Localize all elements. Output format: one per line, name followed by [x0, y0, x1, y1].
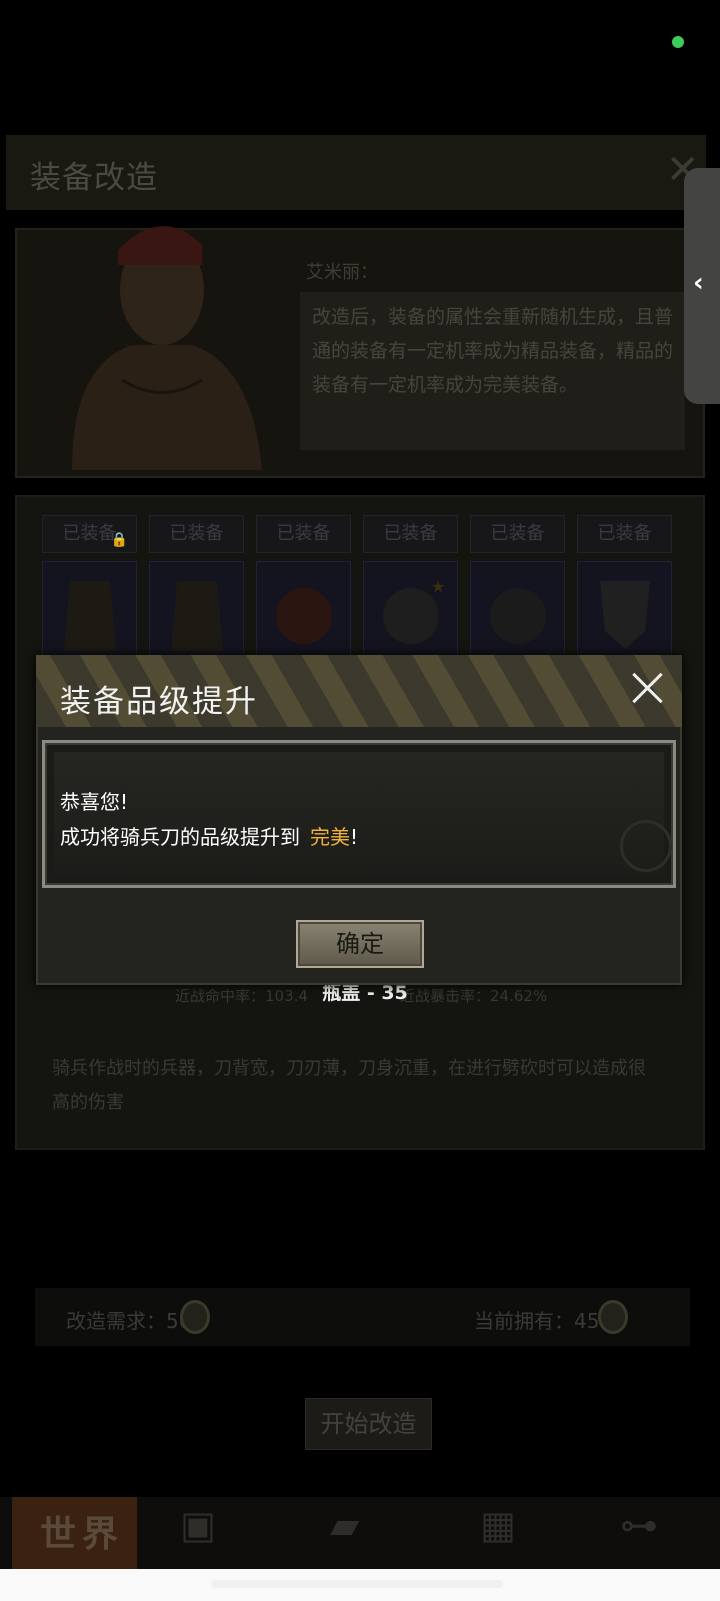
- coin-icon: [180, 1300, 210, 1334]
- close-icon[interactable]: [628, 668, 668, 708]
- side-drawer-handle[interactable]: ‹: [684, 168, 720, 404]
- npc-name: 艾米丽：: [306, 262, 378, 283]
- dialog-title: 装备品级提升: [60, 684, 258, 720]
- equipment-slot[interactable]: 已装备 ★: [363, 515, 458, 660]
- npc-portrait: [72, 226, 262, 470]
- home-indicator[interactable]: [211, 1580, 503, 1588]
- helmet-icon[interactable]: [256, 561, 351, 660]
- upgrade-result-text: 成功将骑兵刀的品级提升到 完美!: [60, 825, 359, 849]
- shield-icon[interactable]: [577, 561, 672, 660]
- message-panel: [54, 752, 664, 876]
- cart-icon[interactable]: ⊶: [620, 1503, 658, 1547]
- coin-icon: [598, 1300, 628, 1334]
- lock-icon: 🔒: [110, 532, 128, 548]
- cost-owned: 当前拥有：456: [474, 1309, 613, 1333]
- equipped-tag: 已装备: [470, 515, 565, 553]
- equipment-slot[interactable]: 已装备: [149, 515, 244, 660]
- melee-hit-rate: 近战命中率：103.4: [175, 987, 308, 1005]
- equipment-slot[interactable]: 已装备 🔒: [42, 515, 137, 660]
- item-description: 骑兵作战时的兵器，刀背宽，刀刃薄，刀身沉重，在进行劈砍时可以造成很高的伤害: [52, 1058, 646, 1113]
- equipped-tag: 已装备: [256, 515, 351, 553]
- anvil-icon[interactable]: ▰: [330, 1503, 359, 1547]
- jacket-icon[interactable]: [42, 561, 137, 660]
- tab-world[interactable]: 世界: [12, 1497, 137, 1569]
- panel-title: 装备改造: [30, 160, 158, 196]
- npc-speech-text: 改造后，装备的属性会重新随机生成，且普通的装备有一定机率成为精品装备，精品的装备…: [312, 306, 674, 396]
- status-indicator: [672, 36, 684, 48]
- svg-text:★: ★: [431, 577, 445, 596]
- helmet-icon[interactable]: [470, 561, 565, 660]
- congrats-text: 恭喜您!: [60, 790, 129, 814]
- equipped-tag: 已装备 🔒: [42, 515, 137, 553]
- equipment-row: 已装备 🔒 已装备 已装备 已装备 ★ 已装备 已装备: [42, 515, 672, 660]
- cost-required: 改造需求：50: [66, 1309, 192, 1333]
- keyboard-icon[interactable]: ▦: [480, 1503, 516, 1547]
- start-modify-button[interactable]: 开始改造: [305, 1398, 432, 1450]
- chevron-left-icon: ‹: [693, 268, 704, 298]
- jacket-icon[interactable]: [149, 561, 244, 660]
- equipment-slot[interactable]: 已装备: [577, 515, 672, 660]
- equipment-slot[interactable]: 已装备: [470, 515, 565, 660]
- confirm-button[interactable]: 确定: [296, 920, 424, 968]
- equipped-tag: 已装备: [577, 515, 672, 553]
- equipment-slot[interactable]: 已装备: [256, 515, 351, 660]
- npc-speech-box: 改造后，装备的属性会重新随机生成，且普通的装备有一定机率成为精品装备，精品的装备…: [300, 292, 685, 450]
- helmet-icon[interactable]: ★: [363, 561, 458, 660]
- radiation-icon: [620, 820, 672, 872]
- equipped-tag: 已装备: [149, 515, 244, 553]
- backpack-icon[interactable]: ▣: [180, 1503, 216, 1547]
- quality-highlight: 完美: [310, 825, 350, 849]
- equipped-tag: 已装备: [363, 515, 458, 553]
